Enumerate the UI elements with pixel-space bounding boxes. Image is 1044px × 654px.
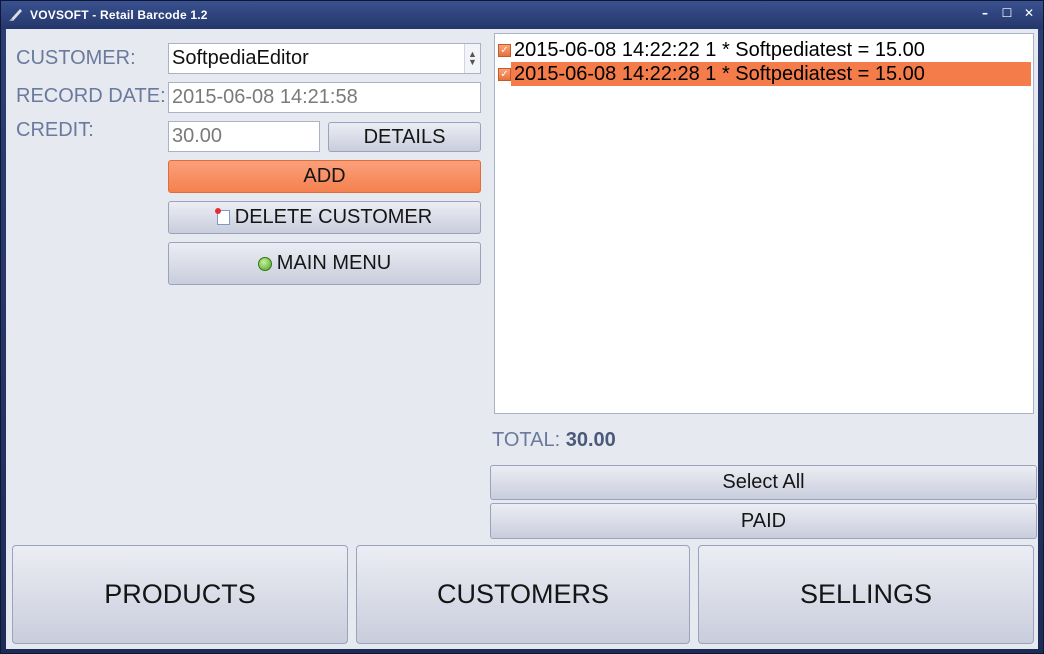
maximize-icon[interactable]: ☐ xyxy=(999,5,1015,21)
minimize-icon[interactable]: – xyxy=(977,5,993,21)
delete-document-icon xyxy=(214,208,230,225)
add-label: ADD xyxy=(303,165,346,187)
main-menu-button[interactable]: MAIN MENU xyxy=(168,242,481,285)
add-button[interactable]: ADD xyxy=(168,160,481,193)
products-label: PRODUCTS xyxy=(104,579,256,609)
record-date-label: RECORD DATE: xyxy=(16,85,166,107)
total-value: 30.00 xyxy=(565,429,616,451)
client-area: CUSTOMER: SoftpediaEditor ▲ ▼ RECORD DATE… xyxy=(6,29,1038,649)
records-list[interactable]: ✓ 2015-06-08 14:22:22 1 * Softpediatest … xyxy=(494,33,1034,414)
checkbox-checked-icon[interactable]: ✓ xyxy=(498,67,511,81)
list-item[interactable]: ✓ 2015-06-08 14:22:22 1 * Softpediatest … xyxy=(495,38,1033,62)
delete-customer-button[interactable]: DELETE CUSTOMER xyxy=(168,201,481,234)
total-label: TOTAL: xyxy=(492,429,561,451)
credit-field[interactable]: 30.00 xyxy=(168,121,320,152)
credit-value: 30.00 xyxy=(172,125,223,147)
total-summary: TOTAL: 30.00 xyxy=(492,429,616,452)
customer-value: SoftpediaEditor xyxy=(172,47,309,69)
record-date-field[interactable]: 2015-06-08 14:21:58 xyxy=(168,82,481,113)
products-button[interactable]: PRODUCTS xyxy=(12,545,348,644)
delete-customer-label: DELETE CUSTOMER xyxy=(234,206,433,228)
app-window: VOVSOFT - Retail Barcode 1.2 – ☐ ✕ CUSTO… xyxy=(0,0,1044,654)
combo-spin-icon[interactable]: ▲ ▼ xyxy=(464,44,480,73)
customer-label: CUSTOMER: xyxy=(16,47,136,69)
barcode-app-icon xyxy=(7,6,25,24)
title-bar[interactable]: VOVSOFT - Retail Barcode 1.2 – ☐ ✕ xyxy=(1,1,1043,29)
close-icon[interactable]: ✕ xyxy=(1021,5,1037,21)
paid-button[interactable]: PAID xyxy=(490,503,1037,539)
credit-label: CREDIT: xyxy=(16,119,94,141)
main-menu-label: MAIN MENU xyxy=(276,252,392,274)
list-item-text: 2015-06-08 14:22:28 1 * Softpediatest = … xyxy=(511,62,1031,86)
customers-label: CUSTOMERS xyxy=(436,579,610,609)
checkbox-checked-icon[interactable]: ✓ xyxy=(498,43,511,57)
list-item-text: 2015-06-08 14:22:22 1 * Softpediatest = … xyxy=(514,39,925,61)
sellings-button[interactable]: SELLINGS xyxy=(698,545,1034,644)
record-date-value: 2015-06-08 14:21:58 xyxy=(172,86,358,108)
sellings-label: SELLINGS xyxy=(799,579,933,609)
details-label: DETAILS xyxy=(363,125,446,148)
window-title: VOVSOFT - Retail Barcode 1.2 xyxy=(30,8,208,22)
customer-combobox[interactable]: SoftpediaEditor ▲ ▼ xyxy=(168,43,481,74)
select-all-button[interactable]: Select All xyxy=(490,465,1037,500)
list-item[interactable]: ✓ 2015-06-08 14:22:28 1 * Softpediatest … xyxy=(495,62,1033,86)
green-dot-icon xyxy=(257,256,272,271)
customers-button[interactable]: CUSTOMERS xyxy=(356,545,690,644)
select-all-label: Select All xyxy=(722,471,805,493)
paid-label: PAID xyxy=(740,509,787,532)
details-button[interactable]: DETAILS xyxy=(328,122,481,152)
